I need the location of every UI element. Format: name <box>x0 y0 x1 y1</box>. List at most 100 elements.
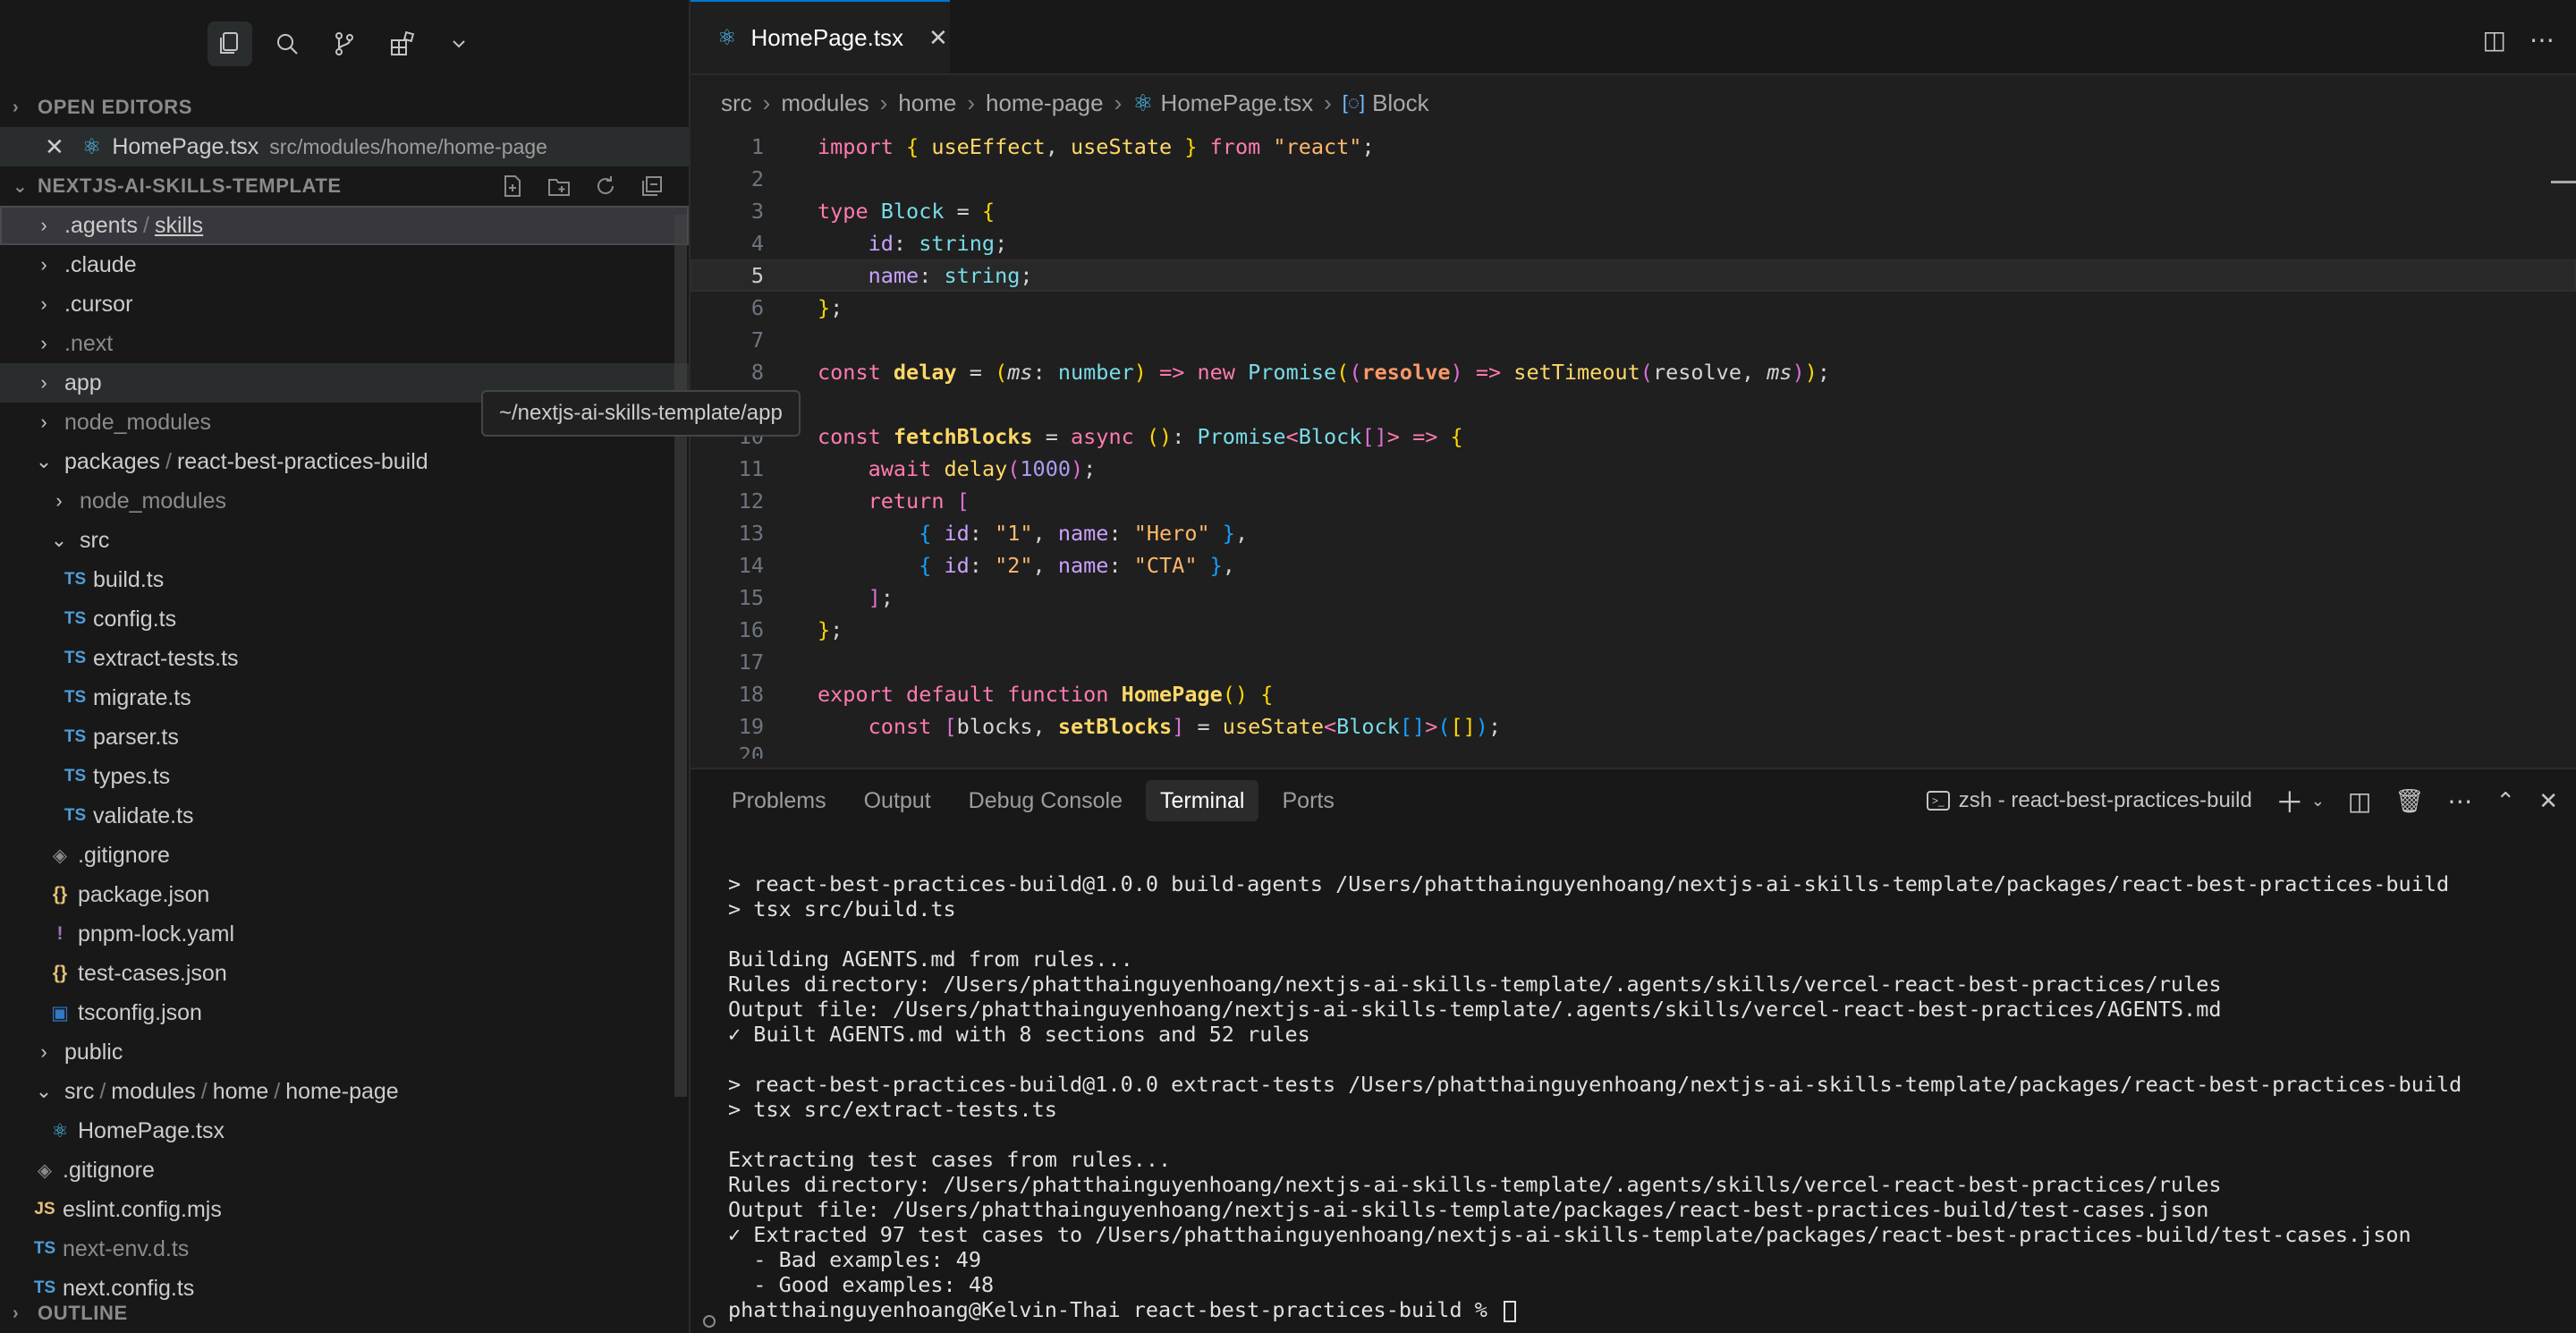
more-views-button[interactable] <box>436 21 481 66</box>
tree-item[interactable]: › public <box>0 1032 689 1072</box>
tab-output[interactable]: Output <box>850 780 945 821</box>
tree-item[interactable]: TS config.ts <box>0 599 689 639</box>
close-icon[interactable]: ✕ <box>45 133 64 161</box>
breadcrumb-item[interactable]: home <box>898 89 956 117</box>
split-terminal-icon[interactable]: ◫ <box>2348 786 2371 816</box>
code-line[interactable]: 13 { id: "1", name: "Hero" }, <box>691 517 2576 549</box>
outline-header[interactable]: › OUTLINE <box>0 1294 689 1333</box>
code-line[interactable]: 16}; <box>691 614 2576 646</box>
tree-item[interactable]: ◈ .gitignore <box>0 1150 689 1190</box>
code-line[interactable]: 10 const fetchBlocks = async (): Promise<… <box>691 420 2576 453</box>
line-number: 1 <box>750 134 764 159</box>
tree-item[interactable]: JS eslint.config.mjs <box>0 1190 689 1229</box>
close-icon[interactable]: ✕ <box>928 24 948 52</box>
sidebar-scrollbar[interactable] <box>674 215 687 1097</box>
code-line[interactable]: 4 id: string; <box>691 227 2576 259</box>
chevron-down-icon <box>453 40 465 48</box>
tree-item[interactable]: {} test-cases.json <box>0 954 689 993</box>
tree-item[interactable]: TS migrate.ts <box>0 678 689 717</box>
breadcrumb-item[interactable]: HomePage.tsx <box>1161 89 1314 117</box>
collapse-all-icon[interactable] <box>639 173 665 200</box>
tree-item-label: app <box>64 369 102 395</box>
file-type-icon: TS <box>33 1239 56 1258</box>
code-line[interactable]: 9 <box>691 388 2576 420</box>
tree-item[interactable]: ⌄ packages / react-best-practices-build <box>0 442 689 481</box>
tree-item[interactable]: ◈ .gitignore <box>0 836 689 875</box>
tree-item[interactable]: › .claude <box>0 245 689 284</box>
tree-item[interactable]: ⌄ src / modules / home / home-page <box>0 1072 689 1111</box>
tab-terminal[interactable]: Terminal <box>1146 780 1259 821</box>
tree-item[interactable]: TS build.ts <box>0 560 689 599</box>
path-segment: .agents <box>64 212 139 238</box>
code-line[interactable]: 14 { id: "2", name: "CTA" }, <box>691 549 2576 582</box>
terminal-selector[interactable]: >_ zsh - react-best-practices-build <box>1926 788 2252 813</box>
code-line[interactable]: 19 const [blocks, setBlocks] = useState<… <box>691 710 2576 743</box>
tab-debug-console[interactable]: Debug Console <box>954 780 1137 821</box>
tree-item[interactable]: › .agents / skills <box>0 206 689 245</box>
maximize-panel-icon[interactable]: ⌃ <box>2496 787 2515 815</box>
extensions-button[interactable] <box>379 21 424 66</box>
chevron-right-icon: › <box>40 293 47 315</box>
explorer-button[interactable] <box>208 21 252 66</box>
tree-item[interactable]: › .next <box>0 324 689 363</box>
tree-item[interactable]: ! pnpm-lock.yaml <box>0 914 689 954</box>
open-editors-header[interactable]: › OPEN EDITORS <box>0 88 689 127</box>
code-editor[interactable]: 1 import { useEffect, useState } from "re… <box>691 131 2576 759</box>
chevron-down-icon[interactable]: ⌄ <box>2311 792 2325 811</box>
code-line[interactable]: 12 return [ <box>691 485 2576 517</box>
path-separator: / <box>99 1078 106 1104</box>
tree-item-label: config.ts <box>93 606 177 632</box>
breadcrumb-item[interactable]: home-page <box>986 89 1104 117</box>
source-control-button[interactable] <box>322 21 367 66</box>
tree-item-label: HomePage.tsx <box>78 1117 225 1143</box>
code-line[interactable]: 11 await delay(1000); <box>691 453 2576 485</box>
tree-item[interactable]: TS validate.ts <box>0 796 689 836</box>
new-file-icon[interactable] <box>499 173 526 200</box>
search-button[interactable] <box>265 21 309 66</box>
code-line[interactable]: 3 type Block = { <box>691 195 2576 227</box>
tree-item[interactable]: › .cursor <box>0 284 689 324</box>
tab-problems[interactable]: Problems <box>717 780 841 821</box>
more-actions-icon[interactable]: ⋯ <box>2529 25 2555 55</box>
tree-item-label: package.json <box>78 881 210 907</box>
refresh-icon[interactable] <box>592 173 619 200</box>
tree-item[interactable]: TS types.ts <box>0 757 689 796</box>
code-line[interactable]: 20 <box>691 743 2576 759</box>
tree-item[interactable]: TS next-env.d.ts <box>0 1229 689 1269</box>
tree-item[interactable]: › node_modules <box>0 481 689 521</box>
code-line[interactable]: 15 ]; <box>691 582 2576 614</box>
terminal-output[interactable]: > react-best-practices-build@1.0.0 build… <box>691 832 2576 1322</box>
close-panel-icon[interactable]: ✕ <box>2538 787 2558 815</box>
code-line[interactable]: 5 name: string; <box>691 259 2576 292</box>
file-type-icon: TS <box>64 570 87 589</box>
breadcrumb-item[interactable]: src <box>721 89 752 117</box>
breadcrumb-item[interactable]: Block <box>1372 89 1429 117</box>
code-line[interactable]: 1 import { useEffect, useState } from "re… <box>691 131 2576 163</box>
code-line[interactable]: 6}; <box>691 292 2576 324</box>
tree-item[interactable]: ▣ tsconfig.json <box>0 993 689 1032</box>
terminal-prompt[interactable]: phatthainguyenhoang@Kelvin-Thai react-be… <box>728 1297 2576 1322</box>
breadcrumb-item[interactable]: modules <box>781 89 869 117</box>
code-line[interactable]: 8 const delay = (ms: number) => new Promi… <box>691 356 2576 388</box>
new-terminal-icon[interactable]: ＋ <box>2275 780 2304 821</box>
tree-item[interactable]: {} package.json <box>0 875 689 914</box>
tab-ports[interactable]: Ports <box>1267 780 1348 821</box>
more-actions-icon[interactable]: ⋯ <box>2447 786 2472 816</box>
code-line[interactable]: 18 export default function HomePage() { <box>691 678 2576 710</box>
code-line[interactable]: 7 <box>691 324 2576 356</box>
code-line[interactable]: 2 <box>691 163 2576 195</box>
trash-icon[interactable]: 🗑 <box>2394 787 2424 815</box>
open-editor-item[interactable]: ✕ ⚛ HomePage.tsx src/modules/home/home-p… <box>0 127 689 166</box>
project-header[interactable]: ⌄ NEXTJS-AI-SKILLS-TEMPLATE <box>0 166 689 206</box>
tab-homepage[interactable]: ⚛ HomePage.tsx ✕ <box>691 0 950 73</box>
tree-item[interactable]: ⚛ HomePage.tsx <box>0 1111 689 1150</box>
new-folder-icon[interactable] <box>546 173 572 200</box>
tree-item[interactable]: TS parser.ts <box>0 717 689 757</box>
chevron-right-icon: › <box>879 89 888 116</box>
tree-item[interactable]: ⌄ src <box>0 521 689 560</box>
tree-item[interactable]: TS extract-tests.ts <box>0 639 689 678</box>
file-type-icon: ⚛ <box>51 1120 69 1142</box>
code-line[interactable]: 17 <box>691 646 2576 678</box>
chevron-down-icon: ⌄ <box>35 1080 53 1102</box>
split-editor-icon[interactable]: ◫ <box>2483 25 2506 55</box>
